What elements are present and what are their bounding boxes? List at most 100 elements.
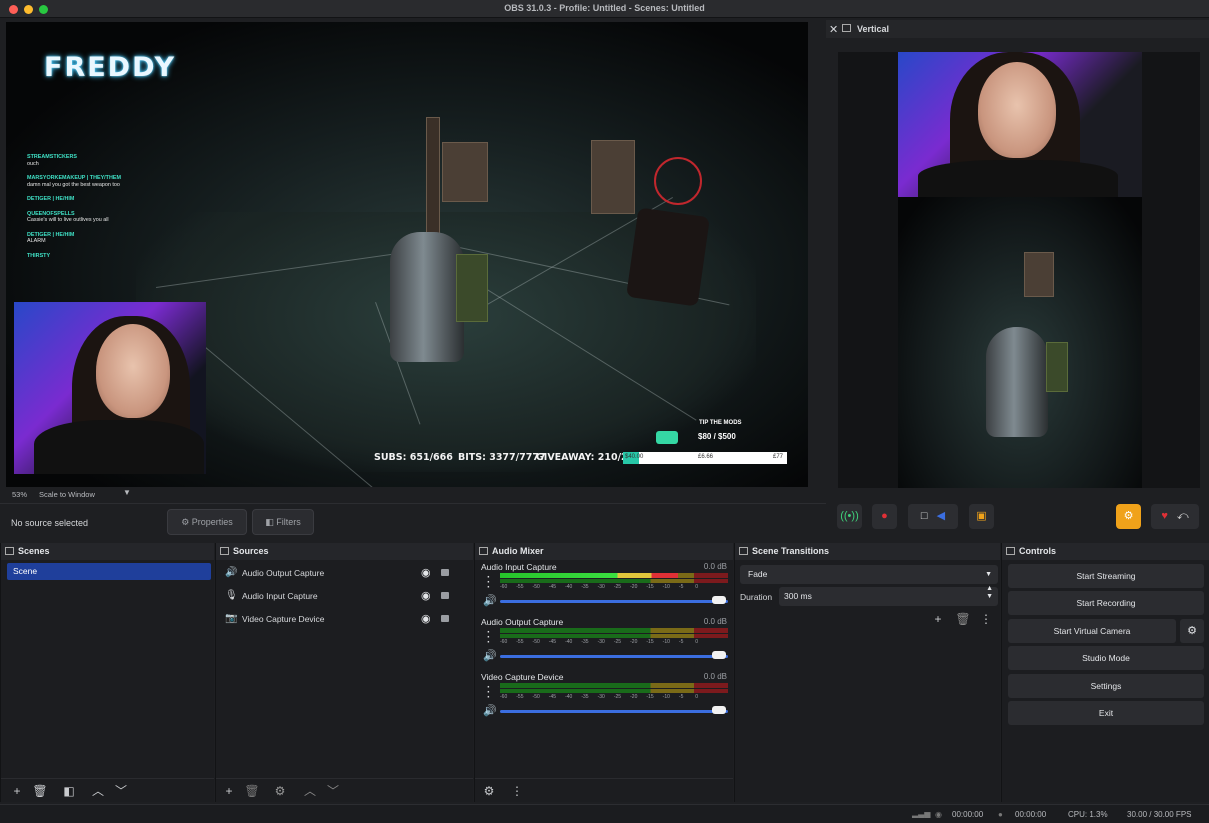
volume-slider-handle[interactable] [712,651,726,659]
goal-bar: $40.00 £6.66 £77 [623,452,787,464]
meter-tick: -60 [500,639,508,645]
move-down-icon[interactable]: ﹀ [113,783,129,799]
speaker-icon[interactable]: 🔊 [483,649,497,662]
sources-dock-header: Sources [216,543,473,560]
vertical-game-view [898,197,1142,488]
eye-icon[interactable]: ◉ [421,609,431,629]
channel-db: 0.0 dB [703,562,727,571]
start-streaming-button[interactable]: Start Streaming [1008,564,1204,588]
virtual-camera-settings-button[interactable]: ⚙ [1180,619,1204,643]
properties-button[interactable]: ⚙ Properties [167,509,247,535]
move-up-icon[interactable]: ︿ [90,783,106,799]
channel-name: Video Capture Device [481,672,564,682]
source-item[interactable]: 🔊 Audio Output Capture ◉ [222,563,472,583]
channel-menu-icon[interactable]: · · · [487,683,490,703]
meter-tick: -25 [613,584,622,590]
source-item[interactable]: 📷 Video Capture Device ◉ [222,609,472,629]
meter-tick: -30 [597,694,605,700]
source-item[interactable]: 🎙 Audio Input Capture ◉ [222,586,472,606]
settings-button[interactable]: Settings [1008,674,1204,698]
volume-slider[interactable] [500,655,728,658]
channel-menu-icon[interactable]: · · · [487,573,490,593]
controls-title: Controls [1019,546,1056,556]
trash-icon[interactable]: 🗑 [32,783,48,799]
eye-icon[interactable]: ◉ [421,563,431,583]
lock-icon[interactable] [441,615,449,622]
eye-icon[interactable]: ◉ [421,586,431,606]
studio-mode-button[interactable]: Studio Mode [1008,646,1204,670]
vertical-controls: ((•)) ● □ ◀ ▣ ⚙ ♥ ⤺ [826,496,1209,536]
meter-tick: -5 [678,584,684,590]
scale-mode-select[interactable]: Scale to Window [39,490,95,499]
meter-tick: -30 [597,584,605,590]
stepper-icon[interactable]: ▲ ▼ [986,585,993,601]
meter-ticks: -60 -55 -50 -45 -40 -35 -30 -25 -20 -15 -10 -5 0 [500,694,728,700]
game-crate [442,142,488,202]
volume-slider-handle[interactable] [712,596,726,604]
duration-input[interactable]: 300 ms ▲ ▼ [779,585,998,606]
meter-tick: -30 [597,639,605,645]
lock-icon[interactable] [441,569,449,576]
dock-icon [842,24,851,32]
move-down-icon[interactable]: ﹀ [325,783,341,799]
chevron-down-icon[interactable]: ▼ [123,488,131,497]
gear-icon[interactable]: ⚙ [272,783,288,799]
meter-tick: -50 [532,584,540,590]
scene-filters-icon[interactable]: ◧ [61,783,77,799]
start-virtual-camera-button[interactable]: Start Virtual Camera [1008,619,1176,643]
giveaway-counter: GIVEAWAY: 210/25 [536,452,635,463]
volume-slider[interactable] [500,600,728,603]
add-scene-button[interactable]: + [9,783,25,799]
square-icon: □ [920,510,928,522]
start-recording-button[interactable]: Start Recording [1008,591,1204,615]
close-icon[interactable]: ✕ [829,23,838,36]
more-options-icon[interactable]: ⋮ [509,783,525,799]
trash-icon[interactable]: 🗑 [955,611,971,627]
more-options-icon[interactable]: ⋮ [978,611,994,627]
transition-type-select[interactable]: Fade ▼ [740,565,998,584]
microphone-icon: 🎙 [225,590,238,601]
vertical-favorite-button[interactable]: ♥ ⤺ [1151,504,1199,529]
preview-zoom-bar: 53% Scale to Window ▼ [6,487,808,501]
meter-ticks: -60 -55 -50 -45 -40 -35 -30 -25 -20 -15 -10 -5 0 [500,584,728,590]
speaker-icon[interactable]: 🔊 [483,704,497,717]
audio-mixer-title: Audio Mixer [492,546,544,556]
vertical-canvas-content [898,52,1142,488]
subs-counter: SUBS: 651/666 [374,452,453,463]
add-source-button[interactable]: + [221,783,237,799]
vertical-preview-canvas[interactable] [838,52,1200,488]
bits-counter: BITS: 3377/7777 [458,452,546,463]
exit-button[interactable]: Exit [1008,701,1204,725]
share-icon: ⤺ [1176,510,1189,522]
meter-tick: -35 [581,694,589,700]
move-up-icon[interactable]: ︿ [302,783,318,799]
meter-tick: -20 [630,584,638,590]
lock-icon[interactable] [441,592,449,599]
main-preview-canvas[interactable]: FREDDY STREAMSTICKERS ouch MARSYORKEMAKE… [6,22,808,487]
vertical-settings-button[interactable]: ⚙ [1116,504,1141,529]
channel-menu-icon[interactable]: · · · [487,628,490,648]
add-transition-button[interactable]: + [930,611,946,627]
vertical-replay-button[interactable]: ▣ [969,504,994,529]
speaker-icon: 🔊 [225,567,238,578]
gear-icon: ⚙ [1187,625,1197,637]
volume-meter [500,573,728,578]
game-red-ring [654,157,702,205]
vertical-pause-button[interactable]: □ ◀ [908,504,958,529]
volume-slider-handle[interactable] [712,706,726,714]
filters-button[interactable]: ◧ Filters [252,509,314,535]
game-sign [626,207,710,307]
meter-tick: -5 [678,639,684,645]
scene-list-item[interactable]: Scene [7,563,211,580]
vertical-record-button[interactable]: ● [872,504,897,529]
meter-tick: 0 [695,639,698,645]
channel-db: 0.0 dB [703,672,727,681]
trash-icon[interactable]: 🗑 [244,783,260,799]
advanced-audio-icon[interactable]: ⚙ [481,783,497,799]
window-title: OBS 31.0.3 - Profile: Untitled - Scenes:… [504,3,705,13]
gear-icon: ⚙ [181,517,190,527]
vertical-stream-button[interactable]: ((•)) [837,504,862,529]
channel-name: Audio Input Capture [481,562,557,572]
speaker-icon[interactable]: 🔊 [483,594,497,607]
volume-slider[interactable] [500,710,728,713]
